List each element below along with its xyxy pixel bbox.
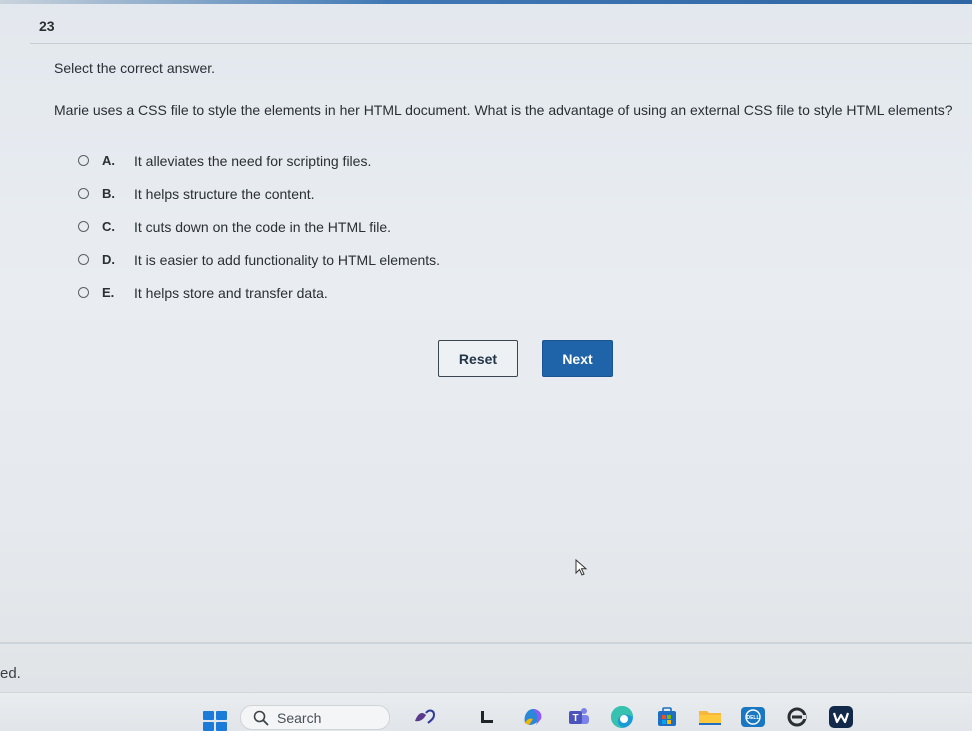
answer-option-a[interactable]: A. It alleviates the need for scripting … xyxy=(78,144,440,177)
radio-button[interactable] xyxy=(78,155,89,166)
option-letter: E. xyxy=(102,285,115,300)
option-text: It is easier to add functionality to HTM… xyxy=(134,251,441,268)
svg-text:T: T xyxy=(572,713,578,724)
widgets-icon[interactable] xyxy=(412,705,438,729)
option-letter: B. xyxy=(102,186,115,201)
option-letter: A. xyxy=(102,153,115,168)
answer-options: A. It alleviates the need for scripting … xyxy=(78,144,440,309)
radio-button[interactable] xyxy=(78,188,89,199)
answer-option-d[interactable]: D. It is easier to add functionality to … xyxy=(78,243,440,276)
store-icon[interactable] xyxy=(654,705,680,729)
option-text: It cuts down on the code in the HTML fil… xyxy=(134,218,392,235)
start-icon[interactable] xyxy=(203,711,227,731)
file-explorer-icon[interactable] xyxy=(697,705,723,729)
option-letter: D. xyxy=(102,252,115,267)
answer-option-b[interactable]: B. It helps structure the content. xyxy=(78,177,440,210)
option-letter: C. xyxy=(102,219,115,234)
header-divider xyxy=(30,43,972,44)
radio-button[interactable] xyxy=(78,287,89,298)
search-icon xyxy=(253,710,269,725)
edge-icon[interactable] xyxy=(609,705,635,729)
page-bottom-divider xyxy=(0,642,972,644)
svg-text:DELL: DELL xyxy=(746,715,759,721)
radio-button[interactable] xyxy=(78,254,89,265)
dell-icon[interactable]: DELL xyxy=(740,705,766,729)
window-top-strip xyxy=(0,0,972,4)
option-text: It helps store and transfer data. xyxy=(134,284,328,301)
question-text: Marie uses a CSS file to style the eleme… xyxy=(54,102,953,118)
edge-text: ed. xyxy=(0,665,21,682)
answer-option-c[interactable]: C. It cuts down on the code in the HTML … xyxy=(78,210,440,243)
copilot-icon[interactable] xyxy=(520,705,546,729)
question-number: 23 xyxy=(39,18,55,34)
terminal-icon[interactable] xyxy=(474,705,500,729)
search-label: Search xyxy=(277,709,322,726)
chrome-icon[interactable] xyxy=(784,705,810,729)
mouse-cursor-icon xyxy=(575,559,588,576)
taskbar: Search T DELL xyxy=(0,692,972,731)
reset-button[interactable]: Reset xyxy=(438,340,518,377)
answer-option-e[interactable]: E. It helps store and transfer data. xyxy=(78,276,440,309)
question-instruction: Select the correct answer. xyxy=(54,60,216,76)
option-text: It helps structure the content. xyxy=(134,185,315,202)
option-text: It alleviates the need for scripting fil… xyxy=(134,152,372,169)
taskbar-search[interactable]: Search xyxy=(240,705,390,730)
app-icon[interactable] xyxy=(828,705,854,729)
radio-button[interactable] xyxy=(78,221,89,232)
next-button[interactable]: Next xyxy=(542,340,613,377)
teams-icon[interactable]: T xyxy=(566,705,592,729)
